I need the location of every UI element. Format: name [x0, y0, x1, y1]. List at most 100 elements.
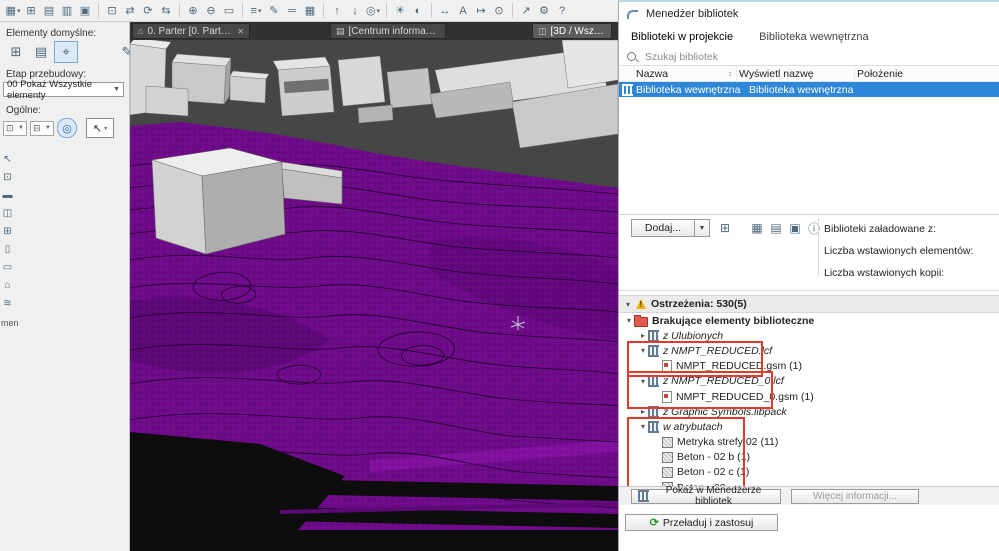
settings-gear-icon[interactable]: ⚙ [536, 3, 552, 19]
3d-scene[interactable] [130, 40, 618, 551]
mesh-tool-icon[interactable]: ≋ [3, 294, 11, 312]
column-header[interactable]: Położenie [855, 66, 999, 81]
tree-item-label: z NMPT_REDUCED_0.lcf [663, 375, 784, 387]
attr-icon [662, 437, 673, 448]
info-label: Liczba wstawionych elementów: [824, 240, 973, 262]
wall-tool-icon[interactable]: ▬ [3, 186, 13, 204]
zoom-in-icon[interactable]: ⊕ [185, 3, 201, 19]
gsm-icon [662, 360, 672, 372]
window-tool-icon[interactable]: ⊞ [3, 222, 11, 240]
line-type-icon[interactable]: ═ [284, 3, 300, 19]
detail-icon[interactable]: ⊙ [491, 3, 507, 19]
library-report-icon[interactable]: ▣ [786, 219, 804, 237]
orbit-icon[interactable]: ◎ [57, 118, 77, 138]
layers-icon[interactable]: ≡▾ [248, 3, 264, 19]
chevron-down-icon[interactable]: ▾ [638, 422, 648, 431]
table-row[interactable]: Biblioteka wewnętrznaBiblioteka wewnętrz… [619, 82, 999, 97]
tree-item[interactable]: Beton - 02 c (1) [619, 465, 999, 480]
snap-grid-combo-icon[interactable]: ⊡▼ [3, 121, 27, 136]
column-header[interactable]: Wyświetl nazwę [737, 66, 855, 81]
slab-tool-icon[interactable]: ▭ [3, 258, 12, 276]
column-header[interactable]: Nazwa↕ [619, 66, 737, 81]
chevron-down-icon[interactable]: ▾ [624, 316, 634, 325]
library-tab[interactable]: Biblioteki w projekcie [631, 31, 733, 43]
view-tab-label: [3D / Wszystko] [551, 26, 606, 37]
add-library-part-icon[interactable]: ⊞ [716, 219, 734, 237]
publish-icon[interactable]: ↗ [518, 3, 534, 19]
column-tool-icon[interactable]: ▯ [5, 240, 11, 258]
search-input[interactable] [643, 50, 947, 64]
tab-close-icon[interactable]: ✕ [237, 27, 244, 36]
chevron-down-icon[interactable]: ▾ [638, 377, 648, 386]
tree-item[interactable]: ▾w atrybutach [619, 419, 999, 434]
rotate-icon[interactable]: ⟳ [140, 3, 156, 19]
sun-study-icon[interactable]: ☀ [392, 3, 408, 19]
tree-item[interactable]: Beton - 02 b (1) [619, 450, 999, 465]
tab-floor-plan[interactable]: ⌂0. Parter [0. Parter]✕ [132, 23, 250, 39]
save-report-icon[interactable]: ▤ [767, 219, 785, 237]
worksheet-icon[interactable]: ▣ [77, 3, 93, 19]
marquee-tool-icon[interactable]: ⊡ [3, 168, 11, 186]
viewport[interactable]: ⌂0. Parter [0. Parter]✕▤[Centrum informa… [130, 22, 618, 551]
clipboard-icon[interactable]: ▤ [29, 41, 53, 63]
renovation-stage-select[interactable]: 00 Pokaż Wszystkie elementy ▼ [3, 82, 124, 97]
split-columns-icon[interactable]: ▥ [59, 3, 75, 19]
add-library-button[interactable]: Dodaj... [631, 219, 695, 237]
tab-info-center[interactable]: ▤[Centrum informacyjne] [330, 23, 446, 39]
chevron-down-icon[interactable]: ▾ [638, 346, 648, 355]
reload-and-apply-button[interactable]: ⟳ Przeładuj i zastosuj [625, 514, 778, 531]
tree-item[interactable]: Metryka strefy 02 (11) [619, 435, 999, 450]
sort-icon[interactable]: ↕ [728, 69, 732, 78]
view-tab-label: 0. Parter [0. Parter] [147, 26, 231, 37]
chevron-down-icon[interactable]: ▾ [623, 300, 633, 309]
arrow-cursor-icon[interactable]: ↖▾ [86, 118, 114, 138]
camera-icon[interactable]: ◎▾ [365, 3, 381, 19]
story-up-icon[interactable]: ↑ [329, 3, 345, 19]
organizer-icon[interactable]: ⊞ [23, 3, 39, 19]
manage-libraries-icon[interactable]: ▦ [748, 219, 766, 237]
tree-item[interactable]: ▸z Ulubionych [619, 328, 999, 343]
tracker-icon[interactable]: ⌖ [54, 41, 78, 63]
tree-item[interactable]: ▸z Graphic Symbols.libpack [619, 404, 999, 419]
window-layout-icon[interactable]: ▦▾ [5, 3, 21, 19]
tree-item-label: z NMPT_REDUCED.lcf [663, 345, 772, 357]
pen-sets-icon[interactable]: ✎ [266, 3, 282, 19]
move-icon[interactable]: ⇄ [122, 3, 138, 19]
shadows-icon[interactable]: ◐ [410, 3, 426, 19]
tree-item[interactable]: ▾Brakujące elementy biblioteczne [619, 313, 999, 328]
story-down-icon[interactable]: ↓ [347, 3, 363, 19]
zoom-out-icon[interactable]: ⊖ [203, 3, 219, 19]
warning-icon [636, 299, 646, 309]
chevron-right-icon[interactable]: ▸ [638, 407, 648, 416]
split-rows-icon[interactable]: ▤ [41, 3, 57, 19]
marker-icon[interactable]: ↦ [473, 3, 489, 19]
text-label-icon[interactable]: A [455, 3, 471, 19]
marquee-icon[interactable]: ⊡ [104, 3, 120, 19]
chevron-right-icon[interactable]: ▸ [638, 331, 648, 340]
tree-item[interactable]: ▾ z NMPT_REDUCED_0.lcf [619, 374, 999, 389]
tree-item[interactable]: ▾ z NMPT_REDUCED.lcf [619, 343, 999, 358]
library-tab[interactable]: Biblioteka wewnętrzna [759, 31, 868, 43]
roof-tool-icon[interactable]: ⌂ [4, 276, 10, 294]
tab-3d[interactable]: ◫[3D / Wszystko] [532, 23, 612, 39]
info-icon[interactable]: ⓘ [805, 219, 823, 237]
favorites-grid-icon[interactable]: ⊞ [4, 41, 28, 63]
default-elements-label: Elementy domyślne: [6, 28, 96, 39]
show-in-library-manager-button[interactable]: Pokaż w Menedżerze bibliotek [631, 489, 781, 504]
search-icon [627, 52, 636, 61]
mirror-icon[interactable]: ⇆ [158, 3, 174, 19]
palette-handle-icon[interactable] [627, 10, 638, 19]
dimension-icon[interactable]: ↔ [437, 3, 453, 19]
warnings-bar[interactable]: ▾ Ostrzeżenia: 530(5) [619, 295, 999, 313]
tree-item[interactable]: NMPT_REDUCED_0.gsm (1) [619, 389, 999, 404]
door-tool-icon[interactable]: ◫ [3, 204, 12, 222]
fit-in-window-icon[interactable]: ▭ [221, 3, 237, 19]
tree-item[interactable]: NMPT_REDUCED.gsm (1) [619, 359, 999, 374]
general-controls: ⊡▼⊟▼◎ ↖▾ [3, 118, 114, 138]
guide-lines-combo-icon[interactable]: ⊟▼ [30, 121, 54, 136]
snap-grid-icon[interactable]: ▦ [302, 3, 318, 19]
add-dropdown-caret-icon[interactable]: ▼ [695, 219, 710, 237]
library-list-empty-area[interactable] [619, 97, 999, 215]
help-icon[interactable]: ? [554, 3, 570, 19]
arrow-tool-icon[interactable]: ↖ [3, 150, 11, 168]
